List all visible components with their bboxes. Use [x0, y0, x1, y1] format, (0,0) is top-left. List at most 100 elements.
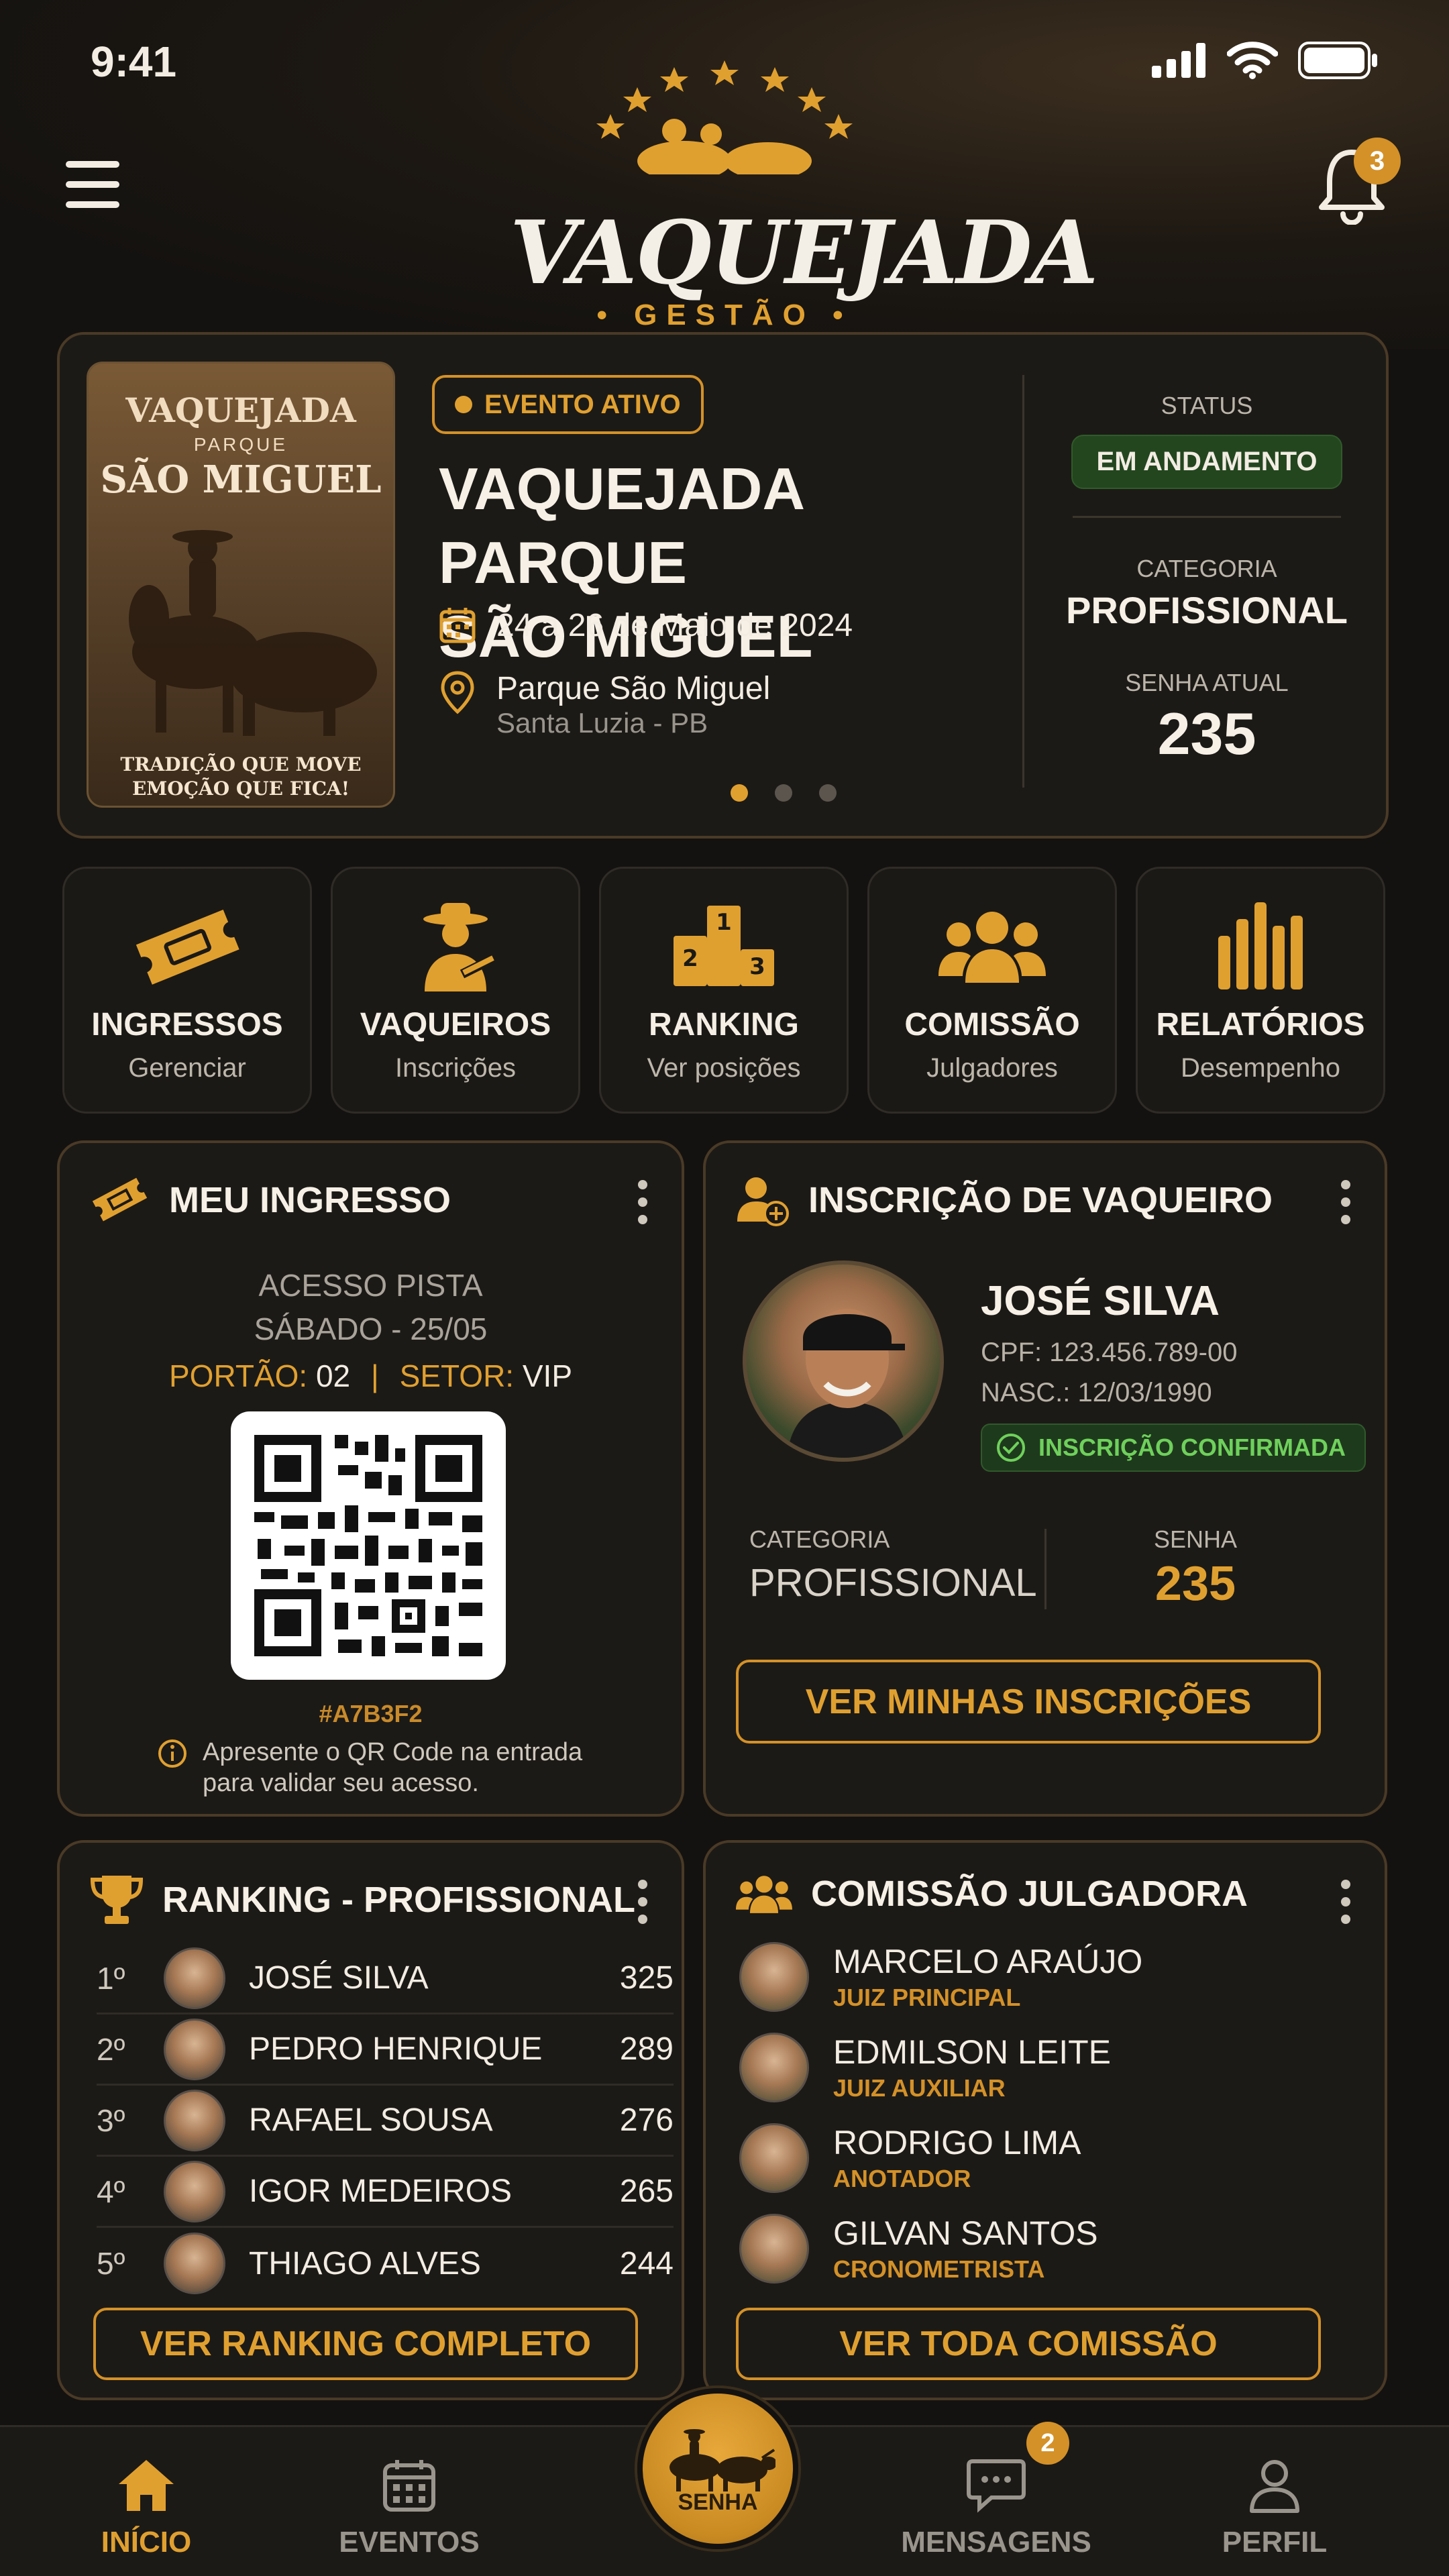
poster-title: VAQUEJADA	[125, 390, 356, 430]
ranking-avatar	[164, 2018, 225, 2080]
event-venue-row: Parque São Miguel Santa Luzia - PB	[439, 670, 770, 739]
carousel-dots[interactable]	[731, 784, 837, 802]
quick-action-cowboys[interactable]: VAQUEIROS Inscrições	[331, 867, 580, 1114]
registration-status: INSCRIÇÃO CONFIRMADA	[1038, 1434, 1346, 1461]
nav-messages-label: MENSAGENS	[901, 2526, 1091, 2559]
quick-action-title: INGRESSOS	[91, 1007, 283, 1042]
registration-status-badge: INSCRIÇÃO CONFIRMADA	[981, 1424, 1366, 1472]
registration-password: SENHA 235	[1108, 1525, 1283, 1611]
member-name: EDMILSON LEITE	[833, 2033, 1111, 2071]
commission-member[interactable]: GILVAN SANTOS CRONOMETRISTA	[739, 2208, 1343, 2289]
logo-subtitle: • GESTÃO •	[596, 299, 853, 331]
rider-illustration-icon	[129, 530, 377, 736]
nav-home[interactable]: INÍCIO	[46, 2452, 247, 2559]
signal-icon	[1152, 43, 1205, 78]
ticket-qr-code[interactable]	[231, 1411, 506, 1680]
my-ticket-title: MEU INGRESSO	[169, 1180, 451, 1220]
ranking-name: JOSÉ SILVA	[249, 1960, 429, 1996]
battery-icon	[1298, 42, 1377, 79]
messages-badge: 2	[1026, 2422, 1069, 2465]
quick-action-commission[interactable]: COMISSÃO Julgadores	[867, 867, 1117, 1114]
view-registrations-button[interactable]: VER MINHAS INSCRIÇÕES	[736, 1660, 1321, 1743]
ticket-info-line2: para validar seu acesso.	[203, 1769, 479, 1797]
quick-action-reports[interactable]: RELATÓRIOS Desempenho	[1136, 867, 1385, 1114]
more-options-icon[interactable]	[1341, 1880, 1354, 1924]
more-options-icon[interactable]	[1341, 1180, 1354, 1224]
ticket-access: ACESSO PISTA	[258, 1268, 483, 1303]
member-avatar	[739, 2033, 809, 2102]
nav-profile[interactable]: PERFIL	[1174, 2452, 1375, 2559]
status-time: 9:41	[91, 38, 177, 86]
event-card[interactable]: VAQUEJADA PARQUE SÃO MIGUEL TRADIÇÃO QUE…	[57, 332, 1389, 839]
ranking-avatar	[164, 2160, 225, 2222]
quick-action-title: COMISSÃO	[904, 1007, 1080, 1042]
ticket-icon	[92, 1177, 148, 1222]
status-badge: EM ANDAMENTO	[1071, 435, 1343, 489]
sector-value: VIP	[522, 1358, 573, 1393]
event-dates: 24 a 26 de Maio de 2024	[496, 607, 853, 643]
member-avatar	[739, 2123, 809, 2193]
qr-code-icon	[254, 1435, 482, 1656]
nav-senha-label: SENHA	[678, 2489, 758, 2515]
ranking-position: 1º	[97, 1960, 125, 1996]
menu-button[interactable]	[66, 161, 119, 208]
view-full-ranking-button[interactable]: VER RANKING COMPLETO	[93, 2308, 638, 2380]
event-active-label: EVENTO ATIVO	[484, 389, 681, 419]
ranking-row[interactable]: 3º RAFAEL SOUSA 276	[97, 2086, 674, 2157]
group-icon	[736, 1876, 792, 1913]
commission-member[interactable]: RODRIGO LIMA ANOTADOR	[739, 2118, 1343, 2198]
quick-action-ranking[interactable]: 12 3 RANKING Ver posições	[599, 867, 849, 1114]
category-value: PROFISSIONAL	[1065, 589, 1348, 631]
event-card-divider	[1022, 375, 1024, 788]
svg-text:1: 1	[716, 909, 732, 936]
carousel-dot[interactable]	[775, 784, 792, 802]
quick-action-title: RANKING	[649, 1007, 799, 1042]
ranking-row[interactable]: 4º IGOR MEDEIROS 265	[97, 2157, 674, 2228]
quick-action-subtitle: Inscrições	[394, 1053, 517, 1083]
podium-icon: 12 3	[674, 906, 774, 986]
ranking-avatar	[164, 2233, 225, 2294]
group-icon	[938, 912, 1046, 983]
ranking-avatar	[164, 2089, 225, 2151]
member-role: JUIZ PRINCIPAL	[833, 1984, 1021, 2011]
svg-text:2: 2	[682, 945, 698, 972]
quick-action-title: RELATÓRIOS	[1156, 1007, 1365, 1042]
commission-member[interactable]: MARCELO ARAÚJO JUIZ PRINCIPAL	[739, 1937, 1343, 2017]
svg-text:3: 3	[749, 953, 765, 980]
view-full-commission-button[interactable]: VER TODA COMISSÃO	[736, 2308, 1321, 2380]
poster-slogan-line2: EMOÇÃO QUE FICA!	[131, 777, 350, 800]
carousel-dot[interactable]	[731, 784, 748, 802]
ranking-header: RANKING - PROFISSIONAL	[90, 1873, 635, 1927]
ranking-row[interactable]: 5º THIAGO ALVES 244	[97, 2228, 674, 2299]
logo-emblem-icon	[596, 60, 853, 174]
event-city: Santa Luzia - PB	[496, 707, 708, 739]
check-circle-icon	[997, 1434, 1025, 1462]
ranking-row[interactable]: 2º PEDRO HENRIQUE 289	[97, 2015, 674, 2086]
app-logo: VAQUEJADA • GESTÃO •	[510, 40, 1098, 331]
person-photo-icon	[787, 1309, 908, 1458]
nav-profile-label: PERFIL	[1222, 2526, 1328, 2559]
nav-events[interactable]: EVENTOS	[309, 2452, 510, 2559]
member-avatar	[739, 1942, 809, 2012]
carousel-dot[interactable]	[819, 784, 837, 802]
notification-badge: 3	[1354, 138, 1401, 184]
quick-action-tickets[interactable]: INGRESSOS Gerenciar	[62, 867, 312, 1114]
user-add-icon	[737, 1177, 789, 1226]
quick-action-title: VAQUEIROS	[360, 1007, 551, 1042]
event-poster: VAQUEJADA PARQUE SÃO MIGUEL TRADIÇÃO QUE…	[87, 362, 395, 808]
registration-category-label: CATEGORIA	[749, 1525, 890, 1553]
category-label: CATEGORIA	[1136, 555, 1277, 582]
more-options-icon[interactable]	[638, 1880, 651, 1924]
more-options-icon[interactable]	[638, 1180, 651, 1224]
nav-messages[interactable]: MENSAGENS	[896, 2452, 1097, 2559]
member-name: GILVAN SANTOS	[833, 2214, 1098, 2252]
nav-senha-button[interactable]: SENHA	[637, 2388, 798, 2549]
commission-member[interactable]: EDMILSON LEITE JUIZ AUXILIAR	[739, 2027, 1343, 2108]
cowboy-cpf: CPF: 123.456.789-00	[981, 1338, 1238, 1367]
event-active-badge: EVENTO ATIVO	[432, 375, 704, 434]
my-ticket-header: MEU INGRESSO	[90, 1173, 451, 1227]
registration-password-value: 235	[1155, 1557, 1236, 1611]
info-icon	[158, 1739, 186, 1768]
trophy-icon	[90, 1876, 144, 1924]
ranking-row[interactable]: 1º JOSÉ SILVA 325	[97, 1943, 674, 2015]
